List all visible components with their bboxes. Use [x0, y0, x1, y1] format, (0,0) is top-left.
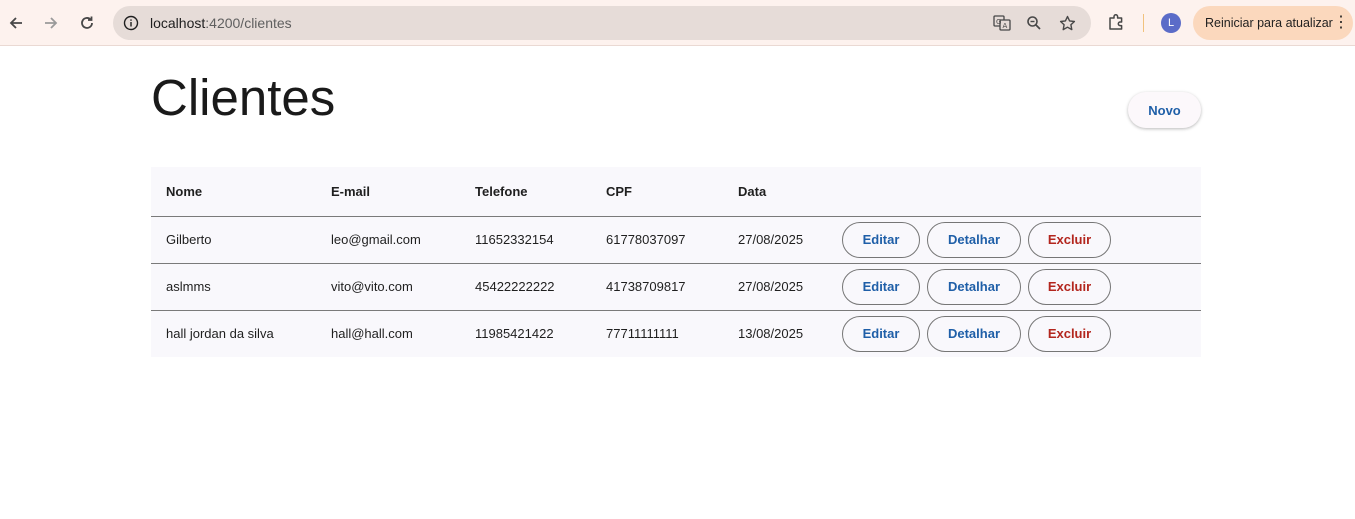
table-header-row: Nome E-mail Telefone CPF Data	[151, 167, 1201, 217]
browser-toolbar: localhost:4200/clientes GA L Reiniciar p…	[0, 0, 1355, 46]
arrow-left-icon[interactable]	[4, 11, 28, 35]
svg-text:G: G	[996, 18, 1001, 26]
url-host: localhost	[150, 15, 206, 31]
svg-text:A: A	[1003, 22, 1008, 30]
table-row: hall jordan da silva hall@hall.com 11985…	[151, 310, 1201, 357]
clients-table: Nome E-mail Telefone CPF Data Gilberto l…	[151, 167, 1201, 357]
new-client-button[interactable]: Novo	[1128, 92, 1201, 128]
cell-nome: aslmms	[151, 263, 316, 311]
delete-button[interactable]: Excluir	[1028, 268, 1111, 305]
cell-cpf: 61778037097	[591, 216, 723, 264]
column-header-data: Data	[723, 167, 837, 217]
cell-email: hall@hall.com	[331, 326, 413, 342]
table-row: Gilberto leo@gmail.com 11652332154 61778…	[151, 216, 1201, 264]
cell-actions: Editar Detalhar Excluir	[837, 263, 1201, 311]
translate-icon[interactable]: GA	[993, 14, 1011, 32]
cell-actions: Editar Detalhar Excluir	[837, 310, 1201, 357]
column-header-cpf: CPF	[591, 167, 723, 217]
arrow-right-icon[interactable]	[39, 11, 63, 35]
detail-button[interactable]: Detalhar	[927, 221, 1021, 258]
zoom-icon[interactable]	[1025, 14, 1043, 32]
table-row: aslmms vito@vito.com 45422222222 4173870…	[151, 263, 1201, 311]
star-icon[interactable]	[1058, 14, 1076, 32]
delete-button[interactable]: Excluir	[1028, 315, 1111, 352]
cell-telefone: 11652332154	[460, 216, 591, 264]
reload-icon[interactable]	[75, 11, 99, 35]
column-header-telefone: Telefone	[460, 167, 591, 217]
cell-telefone: 11985421422	[475, 326, 554, 342]
toolbar-divider	[1143, 14, 1144, 32]
update-button-label: Reiniciar para atualizar	[1205, 16, 1333, 30]
url-path: :4200/clientes	[205, 15, 292, 31]
update-button[interactable]: Reiniciar para atualizar ⋮	[1193, 6, 1353, 40]
cell-email: vito@vito.com	[316, 263, 460, 311]
cell-email: leo@gmail.com	[316, 216, 460, 264]
cell-data: 13/08/2025	[738, 326, 804, 342]
cell-data: 27/08/2025	[723, 263, 837, 311]
edit-button[interactable]: Editar	[842, 315, 920, 352]
edit-button[interactable]: Editar	[842, 268, 920, 305]
cell-cpf: 77711111111	[606, 326, 679, 342]
cell-actions: Editar Detalhar Excluir	[837, 216, 1201, 264]
cell-telefone: 45422222222	[460, 263, 591, 311]
detail-button[interactable]: Detalhar	[927, 315, 1021, 352]
cell-nome: hall jordan da silva	[166, 326, 274, 342]
kebab-menu-icon[interactable]: ⋮	[1333, 14, 1349, 32]
address-bar[interactable]: localhost:4200/clientes GA	[113, 6, 1091, 40]
cell-cpf: 41738709817	[591, 263, 723, 311]
detail-button[interactable]: Detalhar	[927, 268, 1021, 305]
info-icon[interactable]	[123, 15, 139, 31]
edit-button[interactable]: Editar	[842, 221, 920, 258]
page-title: Clientes	[151, 69, 336, 126]
delete-button[interactable]: Excluir	[1028, 221, 1111, 258]
puzzle-icon[interactable]	[1107, 12, 1127, 32]
cell-nome: Gilberto	[151, 216, 316, 264]
column-header-email: E-mail	[316, 167, 460, 217]
column-header-nome: Nome	[151, 167, 316, 217]
url-text[interactable]: localhost:4200/clientes	[150, 15, 292, 31]
cell-data: 27/08/2025	[723, 216, 837, 264]
column-header-actions	[837, 167, 1201, 217]
avatar[interactable]: L	[1161, 13, 1181, 33]
